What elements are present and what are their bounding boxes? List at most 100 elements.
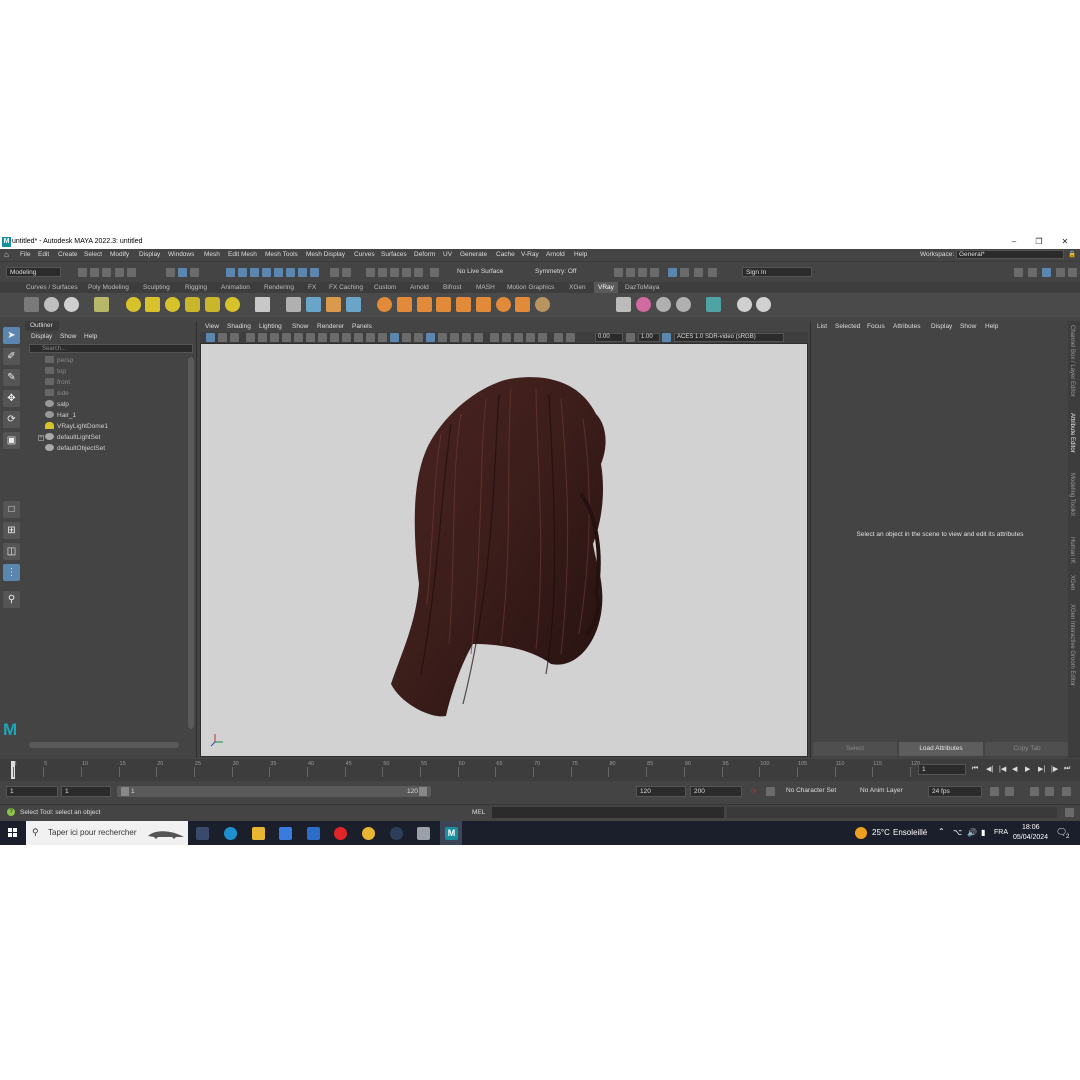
gamma-icon[interactable]: [538, 333, 547, 342]
xray-joints-icon[interactable]: [502, 333, 511, 342]
menu-uv[interactable]: UV: [443, 251, 452, 258]
command-input[interactable]: [492, 807, 724, 818]
menu-edit[interactable]: Edit: [38, 251, 49, 258]
search-icon[interactable]: ⚲: [3, 591, 20, 608]
make-live-icon[interactable]: [414, 268, 423, 277]
vray-render-shelf-icon[interactable]: [24, 297, 39, 312]
viewport-gear-icon[interactable]: [554, 333, 563, 342]
fps-select[interactable]: 24 fps: [928, 786, 982, 797]
loop-icon[interactable]: [990, 787, 999, 796]
vray-rect-light-icon[interactable]: [145, 297, 160, 312]
vray-vrscene-icon[interactable]: [346, 297, 361, 312]
outliner-item-defaultlightset[interactable]: defaultLightSet: [45, 432, 100, 443]
outliner-search-input[interactable]: Search...: [29, 344, 193, 353]
select-button[interactable]: Select: [813, 742, 897, 756]
lock-selection-icon[interactable]: [330, 268, 339, 277]
shelf-tab-rigging[interactable]: Rigging: [181, 282, 211, 293]
shelf-tab-motion-graphics[interactable]: Motion Graphics: [503, 282, 558, 293]
render-frame-icon[interactable]: [614, 268, 623, 277]
gate-mask-icon[interactable]: [318, 333, 327, 342]
default-material-icon[interactable]: [390, 333, 399, 342]
attr-menu-list[interactable]: List: [817, 323, 827, 330]
step-back-frame-icon[interactable]: |◀: [999, 765, 1006, 773]
scene-start-field[interactable]: 1: [6, 786, 58, 797]
menuset-select[interactable]: Modeling: [6, 267, 61, 277]
go-to-end-icon[interactable]: ⏭: [1064, 765, 1070, 773]
copy-tab-button[interactable]: Copy Tab: [985, 742, 1069, 756]
perspective-viewport[interactable]: [200, 343, 808, 757]
vray-dome-light-icon[interactable]: [185, 297, 200, 312]
shelf-tab-bifrost[interactable]: Bifrost: [439, 282, 465, 293]
smooth-shade-icon[interactable]: [378, 333, 387, 342]
opera-icon[interactable]: [334, 827, 347, 840]
attr-menu-help[interactable]: Help: [985, 323, 998, 330]
edge-icon[interactable]: [224, 827, 237, 840]
camera-select-icon[interactable]: [206, 333, 215, 342]
shelf-tab-mash[interactable]: MASH: [472, 282, 499, 293]
range-start-handle[interactable]: [121, 787, 129, 796]
file-explorer-icon[interactable]: [252, 827, 265, 840]
attribute-editor-toggle-icon[interactable]: [1042, 268, 1051, 277]
outliner-menu-show[interactable]: Show: [60, 333, 76, 340]
audio-icon[interactable]: [1030, 787, 1039, 796]
menu-mesh[interactable]: Mesh: [204, 251, 220, 258]
menu-mesh-display[interactable]: Mesh Display: [306, 251, 345, 258]
clock-date[interactable]: 05/04/2024: [1013, 834, 1048, 841]
render-view-icon[interactable]: [694, 268, 703, 277]
shelf-tab-animation[interactable]: Animation: [217, 282, 254, 293]
sign-in-button[interactable]: Sign In: [742, 267, 812, 277]
outliner-item-salp[interactable]: salp: [45, 399, 69, 410]
toggle-panel-icon[interactable]: [1028, 268, 1037, 277]
expand-icon[interactable]: +: [38, 435, 44, 441]
vray-samples-icon[interactable]: [656, 297, 671, 312]
channel-box-toggle-icon[interactable]: [1056, 268, 1065, 277]
two-d-pan-icon[interactable]: [258, 333, 267, 342]
viewport-menu-lighting[interactable]: Lighting: [259, 323, 282, 330]
shelf-tab-arnold[interactable]: Arnold: [406, 282, 433, 293]
menu-edit-mesh[interactable]: Edit Mesh: [228, 251, 257, 258]
side-tab-xgen-groom[interactable]: XGen Interactive Groom Editor: [1069, 604, 1075, 686]
vray-ipr-icon[interactable]: [44, 297, 59, 312]
app-icon[interactable]: [417, 827, 430, 840]
script-editor-icon[interactable]: [1065, 808, 1074, 817]
safe-title-icon[interactable]: [354, 333, 363, 342]
shelf-tab-curves-surfaces[interactable]: Curves / Surfaces: [22, 282, 82, 293]
vray-mesh-export-icon[interactable]: [306, 297, 321, 312]
viewport-menu-renderer[interactable]: Renderer: [317, 323, 344, 330]
menu-mesh-tools[interactable]: Mesh Tools: [265, 251, 298, 258]
anti-aliasing-icon[interactable]: [450, 333, 459, 342]
snap-curve-icon[interactable]: [378, 268, 387, 277]
attr-menu-focus[interactable]: Focus: [867, 323, 885, 330]
play-backwards-icon[interactable]: ◀: [1012, 765, 1017, 773]
lock-icon[interactable]: 🔒: [1068, 250, 1076, 258]
menu-vray[interactable]: V-Ray: [521, 251, 539, 258]
viewport-menu-view[interactable]: View: [205, 323, 219, 330]
chevron-up-icon[interactable]: ⌃: [938, 827, 945, 836]
home-icon[interactable]: ⌂: [4, 250, 9, 259]
viewport-menu-show[interactable]: Show: [292, 323, 308, 330]
shelf-tab-xgen[interactable]: XGen: [565, 282, 590, 293]
attr-menu-show[interactable]: Show: [960, 323, 976, 330]
outliner-item-side[interactable]: side: [45, 388, 69, 399]
lasso-tool-icon[interactable]: ✐: [3, 348, 20, 365]
vray-object-properties-icon[interactable]: [616, 297, 631, 312]
lights-icon[interactable]: [414, 333, 423, 342]
step-back-key-icon[interactable]: ◀|: [986, 765, 993, 773]
new-scene-icon[interactable]: [78, 268, 87, 277]
language-indicator[interactable]: FRA: [994, 829, 1008, 836]
menu-windows[interactable]: Windows: [168, 251, 194, 258]
vray-grid-icon[interactable]: [456, 297, 471, 312]
vray-ies-light-icon[interactable]: [205, 297, 220, 312]
two-view-icon[interactable]: ◫: [3, 543, 20, 560]
color-space-select[interactable]: ACES 1.0 SDR-video (sRGB): [674, 333, 784, 342]
workspace-select[interactable]: General*: [956, 250, 1064, 259]
vray-light-sphere-icon[interactable]: [126, 297, 141, 312]
vray-fur-icon[interactable]: [397, 297, 412, 312]
steam-icon[interactable]: [390, 827, 403, 840]
vray-magnet-icon[interactable]: [515, 297, 530, 312]
hypershade-icon[interactable]: [680, 268, 689, 277]
snap-grid-icon[interactable]: [366, 268, 375, 277]
vray-logo-icon[interactable]: [756, 297, 771, 312]
vray-info-icon[interactable]: [737, 297, 752, 312]
scale-tool-icon[interactable]: ▣: [3, 432, 20, 449]
